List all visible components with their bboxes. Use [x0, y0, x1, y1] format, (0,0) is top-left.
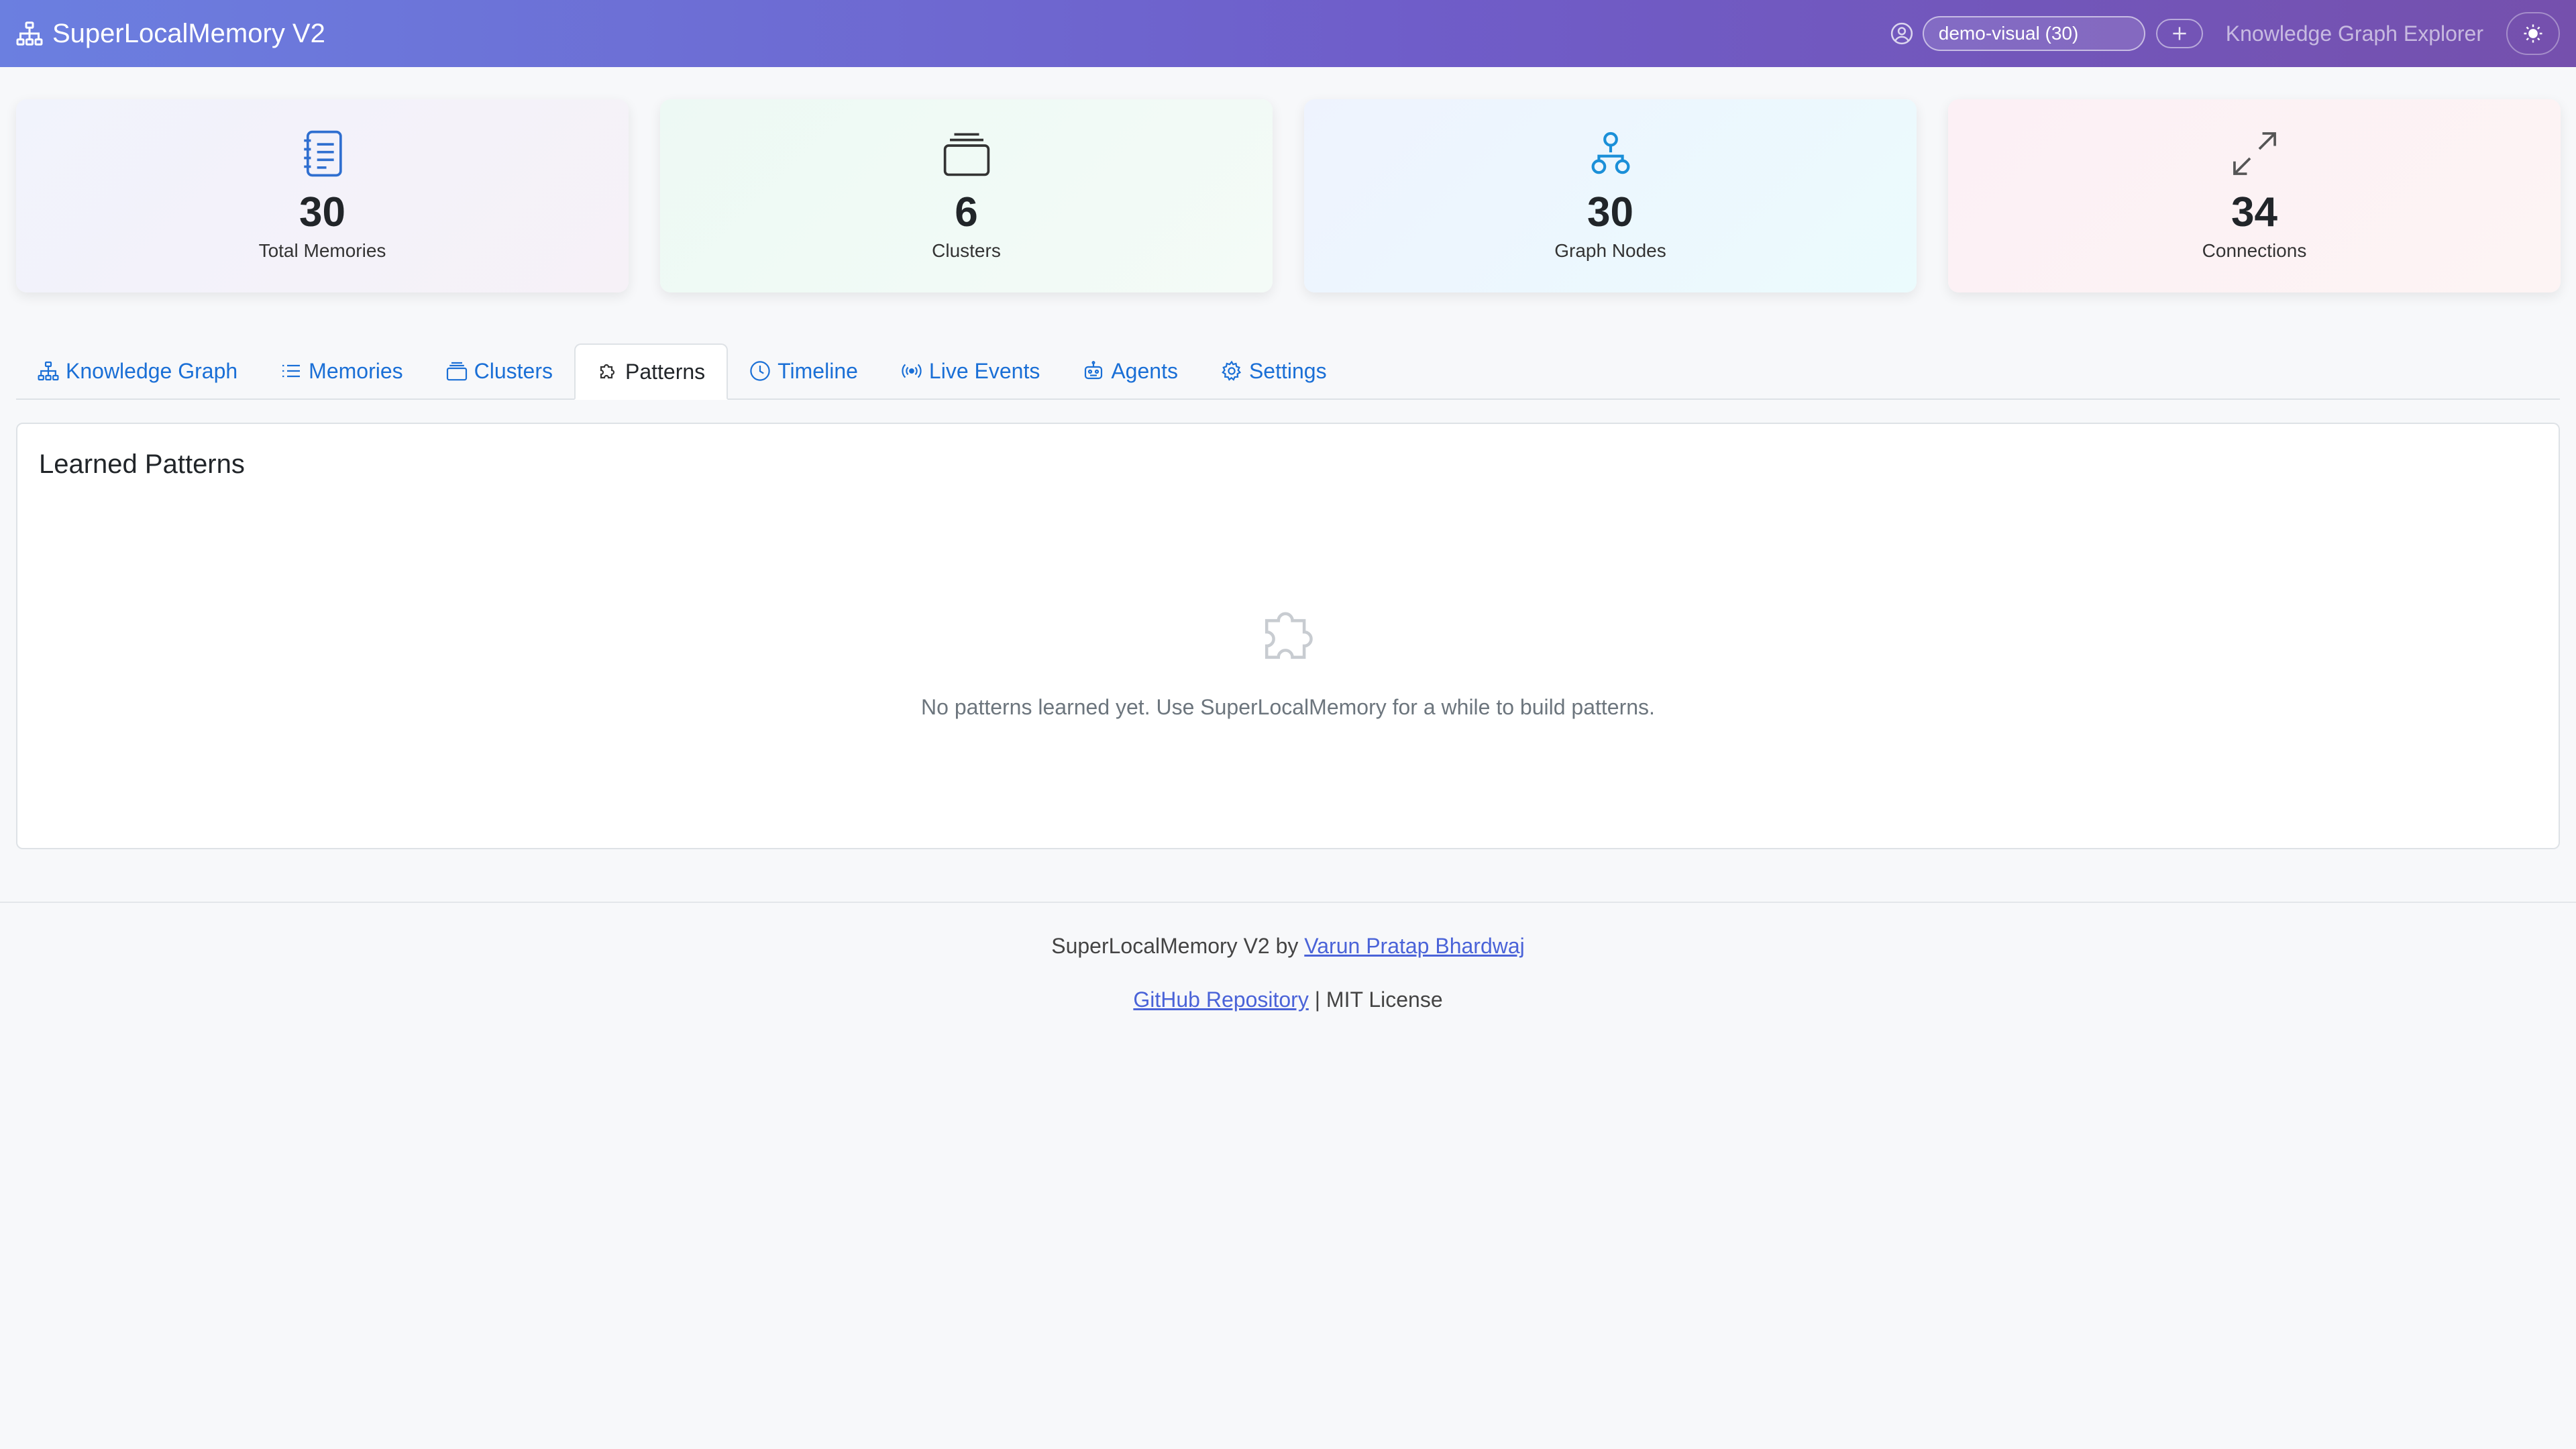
stat-value: 30 [299, 189, 345, 235]
tab-label: Patterns [625, 359, 706, 384]
panel-title: Learned Patterns [39, 449, 245, 479]
tab-live-events[interactable]: Live Events [879, 343, 1061, 398]
brand-title: SuperLocalMemory V2 [52, 18, 325, 48]
stat-card-total-memories: 30 Total Memories [16, 99, 629, 292]
tab-label: Settings [1248, 358, 1327, 383]
author-link[interactable]: Varun Pratap Bhardwaj [1304, 934, 1524, 958]
diagram-3-icon [38, 361, 59, 381]
tab-label: Knowledge Graph [66, 358, 238, 383]
plus-icon [2173, 27, 2186, 40]
stat-value: 6 [955, 189, 978, 235]
add-profile-button[interactable] [2155, 19, 2203, 48]
collection-icon [943, 133, 989, 176]
broadcast-icon [902, 364, 922, 378]
footer-links: GitHub Repository | MIT License [0, 987, 2576, 1012]
arrows-angle-icon [2233, 132, 2276, 175]
tab-label: Agents [1111, 358, 1178, 383]
puzzle-icon [600, 364, 615, 379]
tab-label: Timeline [777, 358, 858, 383]
github-repository-link[interactable]: GitHub Repository [1133, 987, 1308, 1012]
collection-icon [446, 362, 467, 381]
diagram-icon [1591, 131, 1629, 174]
theme-toggle-button[interactable] [2506, 12, 2560, 55]
tab-settings[interactable]: Settings [1199, 343, 1348, 398]
license-text: | MIT License [1308, 987, 1443, 1012]
robot-icon [1085, 361, 1103, 380]
stat-label: Clusters [932, 240, 1001, 261]
person-circle-icon [1890, 22, 1913, 45]
tab-clusters[interactable]: Clusters [425, 343, 574, 398]
clock-icon [750, 361, 770, 381]
navbar-controls: demo-visual (30) Knowledge Graph Explore… [1890, 0, 2560, 67]
journal-text-icon [303, 130, 342, 177]
stat-card-clusters: 6 Clusters [660, 99, 1273, 292]
footer-divider [0, 902, 2576, 903]
patterns-panel: Learned Patterns No patterns learned yet… [16, 423, 2560, 849]
tab-patterns[interactable]: Patterns [574, 343, 729, 400]
tab-label: Live Events [928, 358, 1040, 383]
stat-value: 34 [2231, 189, 2277, 235]
footer-credits: SuperLocalMemory V2 by Varun Pratap Bhar… [0, 934, 2576, 959]
top-navbar: SuperLocalMemory V2 demo-visual (30) Kno… [0, 0, 2576, 67]
stat-card-graph-nodes: 30 Graph Nodes [1304, 99, 1917, 292]
stat-label: Total Memories [258, 240, 386, 261]
stat-label: Connections [2202, 240, 2307, 261]
stat-label: Graph Nodes [1554, 240, 1666, 261]
tab-memories[interactable]: Memories [259, 343, 424, 398]
sun-icon [2524, 24, 2542, 43]
tab-label: Memories [309, 358, 403, 383]
puzzle-icon [1265, 612, 1313, 659]
diagram-3-icon [16, 21, 43, 46]
main-tabs: Knowledge Graph Memories Clusters Patter… [16, 343, 2560, 400]
tab-agents[interactable]: Agents [1061, 343, 1199, 398]
profile-select[interactable]: demo-visual (30) [1922, 16, 2145, 51]
tab-label: Clusters [474, 358, 553, 383]
tab-knowledge-graph[interactable]: Knowledge Graph [16, 343, 259, 398]
empty-state-message: No patterns learned yet. Use SuperLocalM… [921, 695, 1655, 719]
footer-credits-text: SuperLocalMemory V2 by [1051, 934, 1305, 958]
stat-value: 30 [1587, 189, 1633, 235]
brand[interactable]: SuperLocalMemory V2 [16, 0, 325, 67]
navbar-subtitle: Knowledge Graph Explorer [2225, 21, 2483, 46]
tab-timeline[interactable]: Timeline [728, 343, 879, 398]
stat-card-connections: 34 Connections [1948, 99, 2561, 292]
gear-icon [1222, 360, 1242, 381]
list-icon [282, 364, 301, 378]
